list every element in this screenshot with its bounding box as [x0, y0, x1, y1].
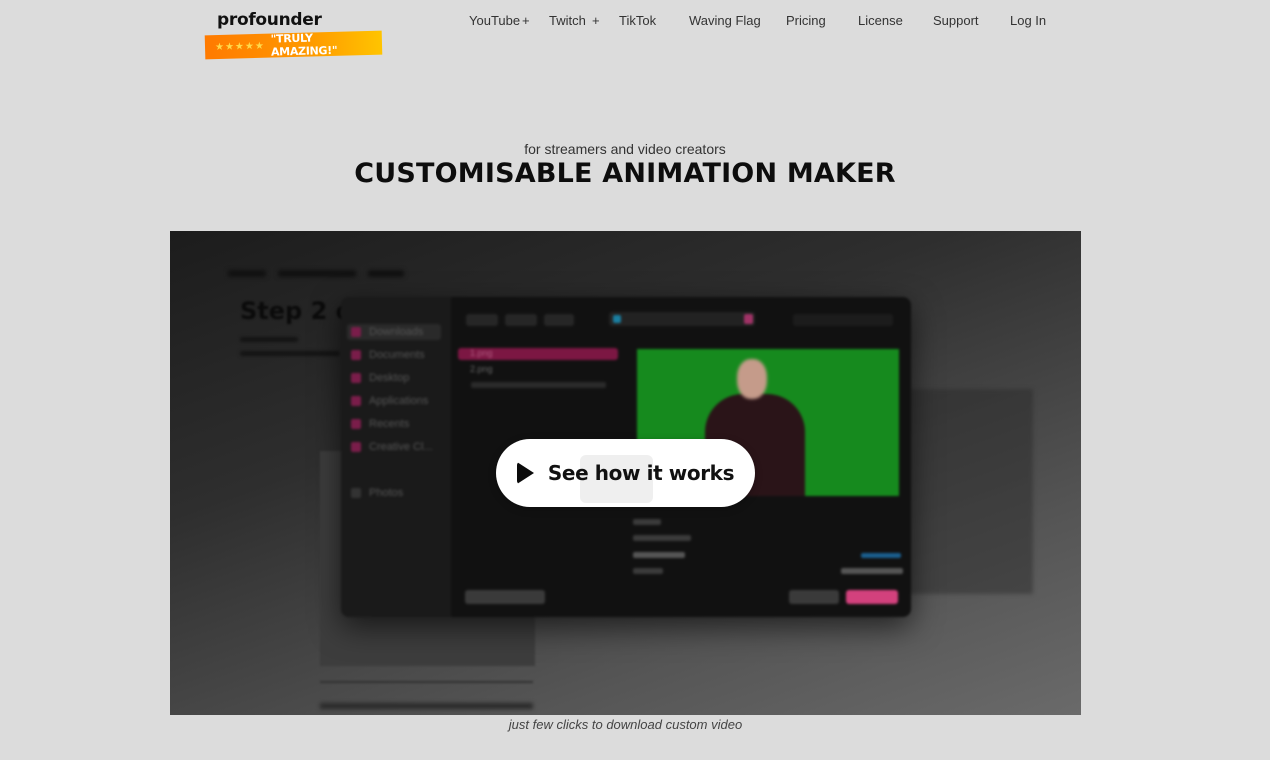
badge-quote: "TRULY AMAZING!" [270, 31, 338, 59]
dialog-sidebar-item: Applications [351, 393, 428, 409]
nav-pricing[interactable]: Pricing [786, 13, 826, 28]
video-bg-slider [320, 681, 533, 683]
nav-support[interactable]: Support [933, 13, 979, 28]
star-rating-icon: ★★★★★ [214, 40, 265, 53]
applications-icon [351, 396, 361, 406]
dialog-show-more-link [861, 553, 901, 558]
nav-youtube[interactable]: YouTube [469, 13, 520, 28]
dialog-sidebar-item: Creative Cl... [351, 439, 433, 455]
person-head [737, 359, 767, 399]
dialog-file-item: 2.png [470, 364, 493, 374]
video-bg-right-panel [903, 389, 1033, 594]
creative-cloud-icon [351, 442, 361, 452]
dialog-group-toggle [544, 314, 574, 326]
photos-icon [351, 488, 361, 498]
video-bg-text-line [320, 703, 533, 709]
dialog-meta-line [633, 519, 661, 525]
nav-log-in[interactable]: Log In [1010, 13, 1046, 28]
play-button-label: See how it works [547, 461, 735, 485]
rating-badge: ★★★★★ "TRULY AMAZING!" [204, 30, 383, 60]
dialog-search-field [793, 314, 893, 326]
dialog-nav-buttons [466, 314, 498, 326]
dialog-view-toggle [505, 314, 537, 326]
dialog-location-select [609, 312, 755, 326]
main-nav: YouTube + Twitch + TikTok Waving Flag Pr… [0, 13, 1270, 29]
nav-tiktok[interactable]: TikTok [619, 13, 656, 28]
dialog-file-item [471, 382, 606, 388]
dialog-meta-line [633, 568, 663, 574]
video-bg-heading: Step 2 o [240, 297, 353, 325]
video-bg-breadcrumb [228, 264, 428, 277]
nav-twitch[interactable]: Twitch [549, 13, 586, 28]
dialog-sidebar: Downloads Documents Desktop Applications… [341, 297, 451, 617]
video-bg-text-line [240, 337, 298, 342]
downloads-icon [351, 327, 361, 337]
dialog-open-button [846, 590, 898, 604]
hero-subtitle: for streamers and video creators [524, 141, 726, 157]
dialog-show-options-button [465, 590, 545, 604]
nav-waving-flag[interactable]: Waving Flag [689, 13, 761, 28]
dialog-meta-line [841, 568, 903, 574]
dialog-sidebar-item: Photos [351, 485, 403, 501]
dialog-sidebar-item: Desktop [351, 370, 409, 386]
documents-icon [351, 350, 361, 360]
recents-icon [351, 419, 361, 429]
dialog-sidebar-item: Downloads [347, 324, 441, 340]
video-player[interactable]: Step 2 o Downloads Documents Desktop App… [170, 231, 1081, 715]
twitch-expand-plus-icon[interactable]: + [592, 13, 600, 28]
dialog-sidebar-item: Documents [351, 347, 425, 363]
page-title: CUSTOMISABLE ANIMATION MAKER [354, 158, 896, 189]
dialog-file-item: 1.png [458, 348, 618, 360]
see-how-it-works-button[interactable]: See how it works [496, 439, 755, 507]
dialog-meta-line [633, 535, 691, 541]
dialog-meta-line [633, 552, 685, 558]
play-icon [516, 462, 534, 484]
dialog-sidebar-item: Recents [351, 416, 409, 432]
folder-icon [613, 315, 621, 323]
video-caption: just few clicks to download custom video [508, 717, 743, 732]
nav-license[interactable]: License [858, 13, 903, 28]
youtube-expand-plus-icon[interactable]: + [522, 13, 530, 28]
dialog-cancel-button [789, 590, 839, 604]
chevron-icon [744, 314, 753, 324]
desktop-icon [351, 373, 361, 383]
video-bg-text-line [240, 351, 340, 356]
